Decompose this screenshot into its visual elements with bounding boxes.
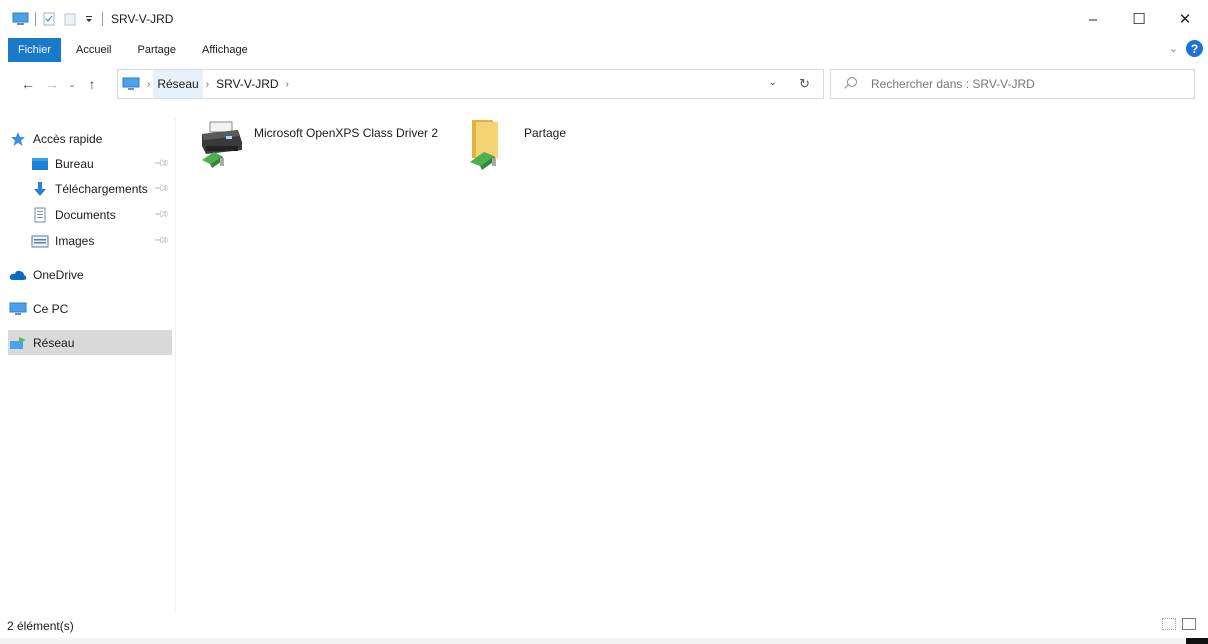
forward-button[interactable]: →	[40, 69, 64, 99]
window-title: SRV-V-JRD	[111, 12, 174, 26]
cloud-icon	[8, 267, 28, 283]
large-icons-view-icon[interactable]	[1182, 618, 1196, 630]
navigation-bar: ← → ⌄ ↑ › Réseau › SRV-V-JRD › ⌄ ↻ Reche…	[0, 66, 1208, 102]
corner-marker	[1186, 638, 1208, 644]
navigation-pane: Accès rapide Bureau 📌︎ Téléchargements 📌…	[0, 118, 176, 614]
shared-item-printer[interactable]: Microsoft OpenXPS Class Driver 2	[198, 120, 438, 172]
up-button[interactable]: ↑	[80, 69, 104, 99]
minimize-button[interactable]: –	[1070, 0, 1116, 38]
expand-ribbon-icon[interactable]: ⌄	[1169, 42, 1178, 55]
properties-icon[interactable]	[42, 12, 59, 26]
tab-fichier[interactable]: Fichier	[8, 38, 62, 62]
pin-icon[interactable]: 📌︎	[153, 180, 170, 197]
address-bar[interactable]: › Réseau › SRV-V-JRD › ⌄ ↻	[117, 69, 824, 99]
shared-item-folder[interactable]: Partage	[466, 118, 566, 170]
breadcrumb-separator-icon[interactable]: ›	[203, 79, 212, 90]
download-icon	[30, 181, 50, 197]
tab-partage[interactable]: Partage	[126, 38, 187, 62]
ribbon-tabs: Fichier Accueil Partage Affichage ⌄ ?	[0, 38, 1208, 62]
sidebar-item-label: Images	[55, 233, 95, 248]
item-label: Microsoft OpenXPS Class Driver 2	[254, 126, 439, 140]
breadcrumb-reseau[interactable]: Réseau	[153, 70, 203, 98]
shared-folder-icon	[466, 118, 516, 170]
document-icon	[30, 207, 50, 223]
view-switcher	[1162, 618, 1196, 630]
new-folder-icon[interactable]	[63, 12, 80, 26]
recent-locations-button[interactable]: ⌄	[64, 69, 80, 99]
sidebar-item-ce-pc[interactable]: Ce PC	[8, 296, 172, 321]
sidebar-item-label: OneDrive	[33, 267, 84, 282]
item-label: Partage	[524, 126, 567, 140]
item-count: 2 élément(s)	[7, 619, 74, 633]
search-input[interactable]: Rechercher dans : SRV-V-JRD	[830, 69, 1195, 99]
address-dropdown-icon[interactable]: ⌄	[769, 77, 777, 88]
search-icon	[843, 77, 857, 91]
refresh-icon[interactable]: ↻	[799, 76, 810, 92]
tab-accueil[interactable]: Accueil	[65, 38, 122, 62]
maximize-button[interactable]: ☐	[1116, 0, 1162, 38]
sidebar-item-images[interactable]: Images 📌︎	[8, 228, 172, 253]
sidebar-item-label: Ce PC	[33, 301, 69, 316]
sidebar-item-label: Bureau	[55, 156, 94, 171]
breadcrumb-srv-v-jrd[interactable]: SRV-V-JRD	[212, 70, 282, 98]
window-controls: – ☐ ✕	[1070, 0, 1208, 38]
sidebar-item-onedrive[interactable]: OneDrive	[8, 262, 172, 287]
network-icon	[8, 335, 28, 351]
breadcrumb-separator-icon[interactable]: ›	[283, 79, 292, 90]
title-bar: SRV-V-JRD – ☐ ✕	[0, 0, 1208, 38]
bottom-border	[0, 638, 1208, 644]
tab-affichage[interactable]: Affichage	[191, 38, 259, 62]
sidebar-item-label: Documents	[55, 207, 116, 222]
status-bar: 2 élément(s)	[0, 614, 1208, 638]
help-icon[interactable]: ?	[1186, 40, 1203, 57]
sidebar-item-label: Accès rapide	[33, 131, 103, 146]
computer-icon	[8, 301, 28, 317]
desktop-icon	[30, 156, 50, 172]
address-computer-icon[interactable]	[118, 70, 144, 98]
toolbar-separator	[35, 12, 36, 26]
pin-icon[interactable]: 📌︎	[153, 155, 170, 172]
details-view-icon[interactable]	[1162, 618, 1176, 630]
pin-icon[interactable]: 📌︎	[153, 232, 170, 249]
ribbon-right: ⌄ ?	[1169, 40, 1203, 57]
sidebar-item-label: Téléchargements	[55, 181, 148, 196]
sidebar-item-bureau[interactable]: Bureau 📌︎	[8, 151, 172, 176]
explorer-computer-icon[interactable]	[12, 12, 29, 26]
pin-icon[interactable]: 📌︎	[153, 206, 170, 223]
back-button[interactable]: ←	[16, 69, 40, 99]
images-icon	[30, 233, 50, 249]
sidebar-item-acces-rapide[interactable]: Accès rapide	[8, 126, 172, 151]
star-icon	[8, 131, 28, 147]
breadcrumb-separator-icon[interactable]: ›	[144, 79, 153, 90]
sidebar-item-reseau[interactable]: Réseau	[8, 330, 172, 355]
sidebar-item-label: Réseau	[33, 335, 75, 350]
toolbar-separator	[102, 12, 103, 26]
search-placeholder: Rechercher dans : SRV-V-JRD	[871, 77, 1035, 91]
sidebar-item-documents[interactable]: Documents 📌︎	[8, 202, 172, 227]
quick-access-toolbar: SRV-V-JRD	[0, 0, 173, 38]
shared-printer-icon	[198, 120, 248, 172]
customize-toolbar-icon[interactable]	[84, 12, 96, 26]
close-button[interactable]: ✕	[1162, 0, 1208, 38]
sidebar-item-telechargements[interactable]: Téléchargements 📌︎	[8, 176, 172, 201]
